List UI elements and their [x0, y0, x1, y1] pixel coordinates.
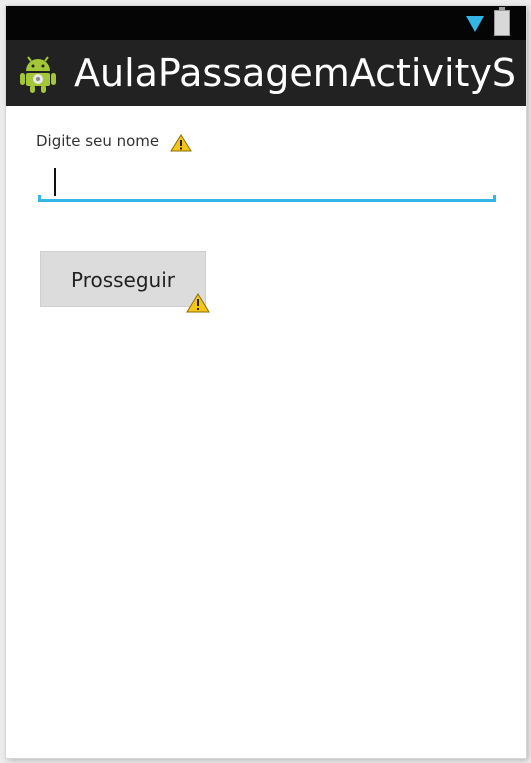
warning-icon: [186, 293, 210, 313]
android-icon: [20, 56, 56, 93]
action-bar: AulaPassagemActivityS: [6, 40, 526, 106]
text-cursor: [54, 168, 56, 196]
name-label: Digite seu nome: [36, 132, 160, 150]
name-input[interactable]: [38, 162, 496, 202]
battery-icon: [494, 7, 510, 36]
input-underline: [38, 195, 496, 202]
activity-content: Digite seu nome Prosseguir: [6, 106, 526, 758]
status-bar: [6, 6, 526, 40]
prosseguir-button[interactable]: Prosseguir: [40, 251, 206, 307]
activity-title: AulaPassagemActivityS: [74, 51, 517, 95]
device-screen: AulaPassagemActivityS Digite seu nome Pr…: [6, 6, 526, 758]
warning-icon: [170, 134, 192, 152]
wifi-icon: [466, 16, 484, 32]
